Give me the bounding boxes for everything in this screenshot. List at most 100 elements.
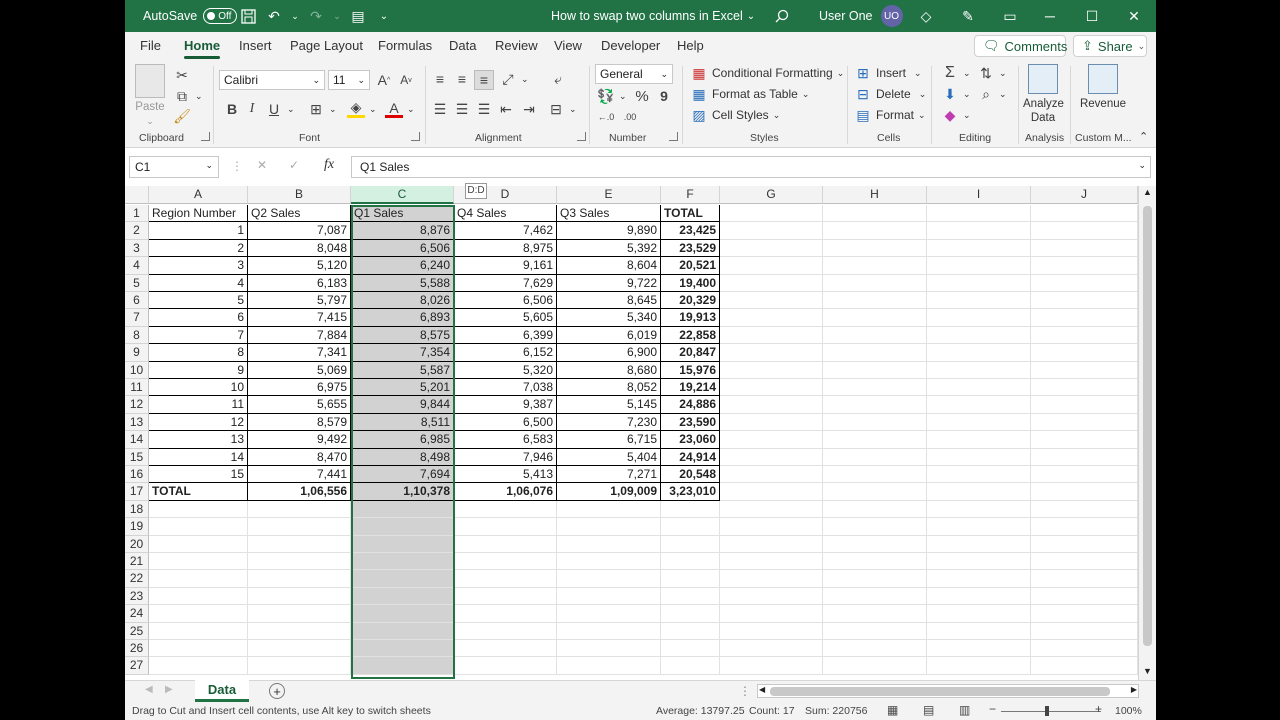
cell[interactable]: [351, 622, 454, 640]
cell[interactable]: [823, 239, 927, 258]
data-cell[interactable]: 8,498: [351, 448, 454, 466]
data-cell[interactable]: 6,399: [454, 326, 557, 345]
status-count[interactable]: Count: 17: [749, 705, 795, 717]
data-cell[interactable]: 9,890: [557, 222, 661, 240]
scroll-left-icon[interactable]: ◀: [759, 685, 765, 694]
cell[interactable]: [454, 605, 557, 623]
data-cell[interactable]: 13: [149, 431, 248, 449]
cell[interactable]: [149, 553, 248, 571]
cell[interactable]: [1031, 657, 1138, 675]
cell[interactable]: [454, 640, 557, 658]
cell[interactable]: [720, 483, 823, 501]
merge-center-icon[interactable]: ⊟ ⌄: [547, 100, 576, 118]
cell[interactable]: [720, 466, 823, 484]
cell[interactable]: [720, 239, 823, 258]
data-cell[interactable]: 19,400: [661, 274, 720, 292]
cell[interactable]: [720, 344, 823, 362]
row-header[interactable]: 21: [125, 553, 149, 571]
cell[interactable]: [927, 657, 1031, 675]
data-cell[interactable]: 6,893: [351, 309, 454, 327]
horizontal-scrollbar[interactable]: ◀ ▶: [757, 684, 1139, 698]
cell[interactable]: [1031, 535, 1138, 553]
tab-file[interactable]: File: [140, 38, 161, 53]
font-launcher-icon[interactable]: [411, 132, 420, 141]
cell[interactable]: [557, 657, 661, 675]
alignment-launcher-icon[interactable]: [577, 132, 586, 141]
row-header[interactable]: 12: [125, 396, 149, 414]
cell[interactable]: [454, 622, 557, 640]
expand-formula-icon[interactable]: ⌄: [1138, 160, 1146, 171]
cell[interactable]: [661, 518, 720, 536]
cell[interactable]: [149, 535, 248, 553]
cell[interactable]: [927, 640, 1031, 658]
total-cell[interactable]: TOTAL: [149, 483, 248, 501]
data-cell[interactable]: 6,506: [351, 239, 454, 258]
cell[interactable]: [927, 622, 1031, 640]
insert-function-icon[interactable]: fx: [324, 157, 334, 173]
align-bottom-icon[interactable]: ≡: [474, 70, 494, 90]
cell[interactable]: [720, 448, 823, 466]
data-cell[interactable]: 7,038: [454, 379, 557, 397]
scroll-up-icon[interactable]: ▲: [1143, 187, 1152, 197]
cell[interactable]: [927, 605, 1031, 623]
cell[interactable]: [823, 361, 927, 379]
cell[interactable]: [927, 500, 1031, 519]
cell[interactable]: [454, 518, 557, 536]
column-header-e[interactable]: E: [557, 186, 661, 204]
row-header[interactable]: 20: [125, 535, 149, 553]
cell[interactable]: [927, 344, 1031, 362]
data-cell[interactable]: 8,052: [557, 379, 661, 397]
row-header[interactable]: 7: [125, 309, 149, 327]
decrease-indent-icon[interactable]: ⇤: [497, 100, 515, 118]
cell[interactable]: [351, 605, 454, 623]
scroll-right-icon[interactable]: ▶: [1131, 685, 1137, 694]
cell[interactable]: [1031, 361, 1138, 379]
cell[interactable]: [823, 396, 927, 414]
undo-dropdown-icon[interactable]: ⌄: [291, 7, 299, 25]
underline-button[interactable]: U ⌄: [265, 100, 295, 118]
cell[interactable]: [823, 448, 927, 466]
fill-icon[interactable]: ⬇ ⌄: [941, 85, 970, 103]
cell[interactable]: [1031, 396, 1138, 414]
format-cells-button[interactable]: ▤ Format ⌄: [854, 106, 925, 124]
cell[interactable]: [720, 205, 823, 223]
cell[interactable]: [1031, 570, 1138, 588]
cell[interactable]: [149, 640, 248, 658]
document-title[interactable]: How to swap two columns in Excel ⌄: [551, 0, 755, 32]
cell[interactable]: [351, 640, 454, 658]
data-cell[interactable]: 6,985: [351, 431, 454, 449]
data-cell[interactable]: 8: [149, 344, 248, 362]
revenue-button[interactable]: Revenue: [1080, 64, 1126, 111]
data-cell[interactable]: 24,914: [661, 448, 720, 466]
enter-icon[interactable]: ✓: [289, 158, 299, 172]
cell[interactable]: [454, 500, 557, 519]
cell[interactable]: [927, 257, 1031, 275]
data-cell[interactable]: 8,579: [248, 413, 351, 432]
data-cell[interactable]: 19,913: [661, 309, 720, 327]
copy-icon[interactable]: ⧉ ⌄: [173, 87, 203, 105]
select-all-corner[interactable]: [125, 186, 149, 204]
italic-button[interactable]: I: [243, 100, 261, 118]
bold-button[interactable]: B: [223, 100, 241, 118]
header-cell[interactable]: Q1 Sales: [351, 205, 454, 223]
data-cell[interactable]: 7,629: [454, 274, 557, 292]
cell[interactable]: [927, 587, 1031, 606]
cell[interactable]: [720, 292, 823, 310]
cell[interactable]: [927, 292, 1031, 310]
cell[interactable]: [557, 640, 661, 658]
autosum-icon[interactable]: Σ ⌄: [941, 64, 971, 82]
cell[interactable]: [1031, 605, 1138, 623]
row-header[interactable]: 3: [125, 239, 149, 258]
data-cell[interactable]: 7,441: [248, 466, 351, 484]
cell[interactable]: [248, 553, 351, 571]
status-average[interactable]: Average: 13797.25: [656, 705, 745, 717]
tab-help[interactable]: Help: [677, 38, 704, 53]
clipboard-launcher-icon[interactable]: [201, 132, 210, 141]
cell[interactable]: [248, 640, 351, 658]
align-top-icon[interactable]: ≡: [431, 70, 449, 88]
cell[interactable]: [351, 587, 454, 606]
data-cell[interactable]: 5: [149, 292, 248, 310]
number-launcher-icon[interactable]: [669, 132, 678, 141]
fill-color-icon[interactable]: ◈ ⌄: [347, 99, 377, 118]
data-cell[interactable]: 5,413: [454, 466, 557, 484]
